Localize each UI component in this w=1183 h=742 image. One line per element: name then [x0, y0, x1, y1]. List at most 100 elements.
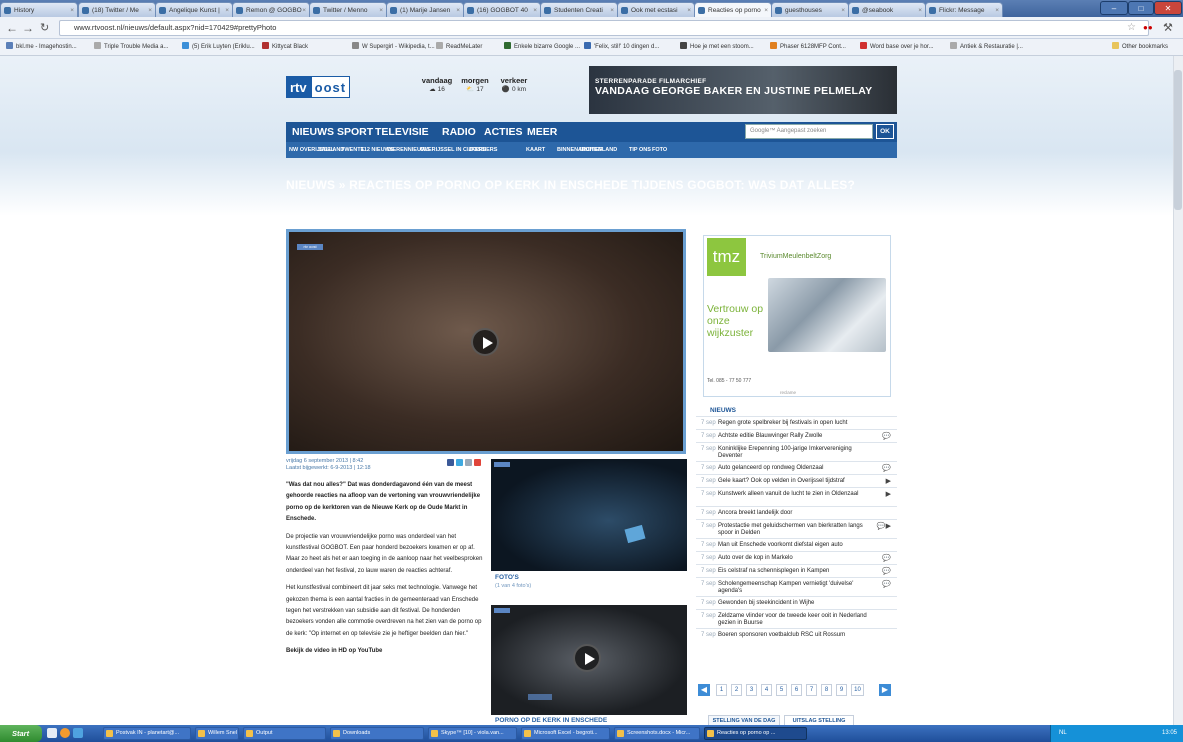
subnav-item[interactable]: KAART: [526, 142, 545, 158]
play-icon[interactable]: [573, 644, 601, 672]
tab-close-icon[interactable]: ×: [764, 3, 768, 17]
facebook-share-icon[interactable]: [447, 459, 454, 466]
news-item[interactable]: 7 sep Regen grote spelbreker bij festival…: [696, 416, 897, 429]
news-item[interactable]: 7 sep Kunstwerk alleen vanuit de lucht te…: [696, 487, 897, 506]
page-number[interactable]: 8: [821, 684, 832, 696]
bookmark-item[interactable]: (5) Erik Luyten (Eriklu...: [182, 41, 255, 53]
bookmark-item[interactable]: Word base over je hor...: [860, 41, 934, 53]
tab-close-icon[interactable]: ×: [995, 3, 999, 17]
tab-close-icon[interactable]: ×: [70, 3, 74, 17]
news-item[interactable]: 7 sep Koninklijke Erepenning 100-jarige I…: [696, 442, 897, 461]
subnav-item[interactable]: DOSSIERS: [469, 142, 497, 158]
video-player[interactable]: rtv oost: [286, 229, 686, 454]
photo-thumbnail[interactable]: [491, 459, 687, 571]
subnav-item[interactable]: FOTO: [652, 142, 667, 158]
browser-tab[interactable]: (1) Marije Jansen ×: [386, 2, 464, 17]
tab-close-icon[interactable]: ×: [302, 3, 306, 17]
nav-item[interactable]: TELEVISIE: [375, 122, 429, 142]
tab-close-icon[interactable]: ×: [533, 3, 537, 17]
news-item[interactable]: 7 sep Ancora breekt landelijk door: [696, 506, 897, 519]
browser-tab[interactable]: Flickr: Message ×: [925, 2, 1003, 17]
minimize-button[interactable]: –: [1100, 1, 1128, 15]
subnav-item[interactable]: TIP ONS: [629, 142, 651, 158]
page-number[interactable]: 6: [791, 684, 802, 696]
tab-close-icon[interactable]: ×: [225, 3, 229, 17]
page-number[interactable]: 3: [746, 684, 757, 696]
tab-close-icon[interactable]: ×: [148, 3, 152, 17]
taskbar-item[interactable]: Skype™ [10] - viola.van...: [428, 727, 517, 740]
traffic-info[interactable]: verkeer ⚫ 0 km: [495, 76, 533, 93]
news-item[interactable]: 7 sep Gewonden bij steekincident in Wijhe: [696, 596, 897, 609]
plus-share-icon[interactable]: [474, 459, 481, 466]
news-item[interactable]: 7 sep Eis celstraf na schennisplegen in K…: [696, 564, 897, 577]
weather-today[interactable]: vandaag ☁ 16: [418, 76, 456, 93]
news-item[interactable]: 7 sep Achtste editie Blauwvinger Rally Zw…: [696, 429, 897, 442]
news-title[interactable]: Auto gelanceerd op rondweg Oldenzaal: [718, 465, 876, 472]
reload-icon[interactable]: ↻: [40, 20, 49, 36]
news-item[interactable]: 7 sep Protestactie met geluidschermen van…: [696, 519, 897, 538]
news-item[interactable]: 7 sep Gele kaart? Ook op velden in Overij…: [696, 474, 897, 487]
taskbar-item[interactable]: Output: [243, 727, 326, 740]
page-number[interactable]: 1: [716, 684, 727, 696]
page-number[interactable]: 7: [806, 684, 817, 696]
taskbar-item[interactable]: Reacties op porno op ...: [704, 727, 807, 740]
news-item[interactable]: 7 sep Scholengemeenschap Kampen vernietig…: [696, 577, 897, 596]
nav-item[interactable]: ACTIES: [484, 122, 523, 142]
browser-tab[interactable]: Twitter / Menno ×: [309, 2, 387, 17]
youtube-link[interactable]: Bekijk de video in HD op YouTube: [286, 646, 485, 657]
browser-tab[interactable]: History ×: [0, 2, 78, 17]
firefox-icon[interactable]: [60, 728, 70, 738]
news-item[interactable]: 7 sep Zeldzame vlinder voor de tweede kee…: [696, 609, 897, 628]
news-item[interactable]: 7 sep Auto over de kop in Markelo 💬: [696, 551, 897, 564]
news-title[interactable]: Eis celstraf na schennisplegen in Kampen: [718, 568, 876, 575]
page-number[interactable]: 4: [761, 684, 772, 696]
news-title[interactable]: Ancora breekt landelijk door: [718, 510, 876, 517]
weather-tomorrow[interactable]: morgen ⛅ 17: [456, 76, 494, 93]
email-share-icon[interactable]: [465, 459, 472, 466]
browser-tab[interactable]: (16) GOGBOT 40 ×: [463, 2, 541, 17]
bookmark-item[interactable]: Antiek & Restauratie |...: [950, 41, 1023, 53]
close-window-button[interactable]: ✕: [1154, 1, 1182, 15]
bookmark-item[interactable]: W Supergirl - Wikipedia, t...: [352, 41, 435, 53]
extension-icon[interactable]: ●●: [1143, 20, 1153, 36]
tab-close-icon[interactable]: ×: [610, 3, 614, 17]
news-title[interactable]: Gele kaart? Ook op velden in Overijssel …: [718, 478, 876, 485]
next-page-icon[interactable]: ▶: [879, 684, 891, 696]
news-title[interactable]: Boeren sponsoren voetbalclub RSC uit Ros…: [718, 632, 876, 639]
wrench-icon[interactable]: ⚒: [1163, 20, 1173, 36]
browser-tab[interactable]: guesthouses ×: [771, 2, 849, 17]
photos-caption[interactable]: FOTO'S: [495, 574, 519, 581]
news-item[interactable]: 7 sep Auto gelanceerd op rondweg Oldenzaa…: [696, 461, 897, 474]
bookmark-item[interactable]: Hoe je met een stoom...: [680, 41, 754, 53]
bookmark-item[interactable]: Phaser 6128MFP Cont...: [770, 41, 846, 53]
tab-close-icon[interactable]: ×: [456, 3, 460, 17]
back-icon[interactable]: ←: [6, 20, 18, 36]
taskbar-item[interactable]: Postvak IN - planetart@...: [103, 727, 191, 740]
news-title[interactable]: Man uit Enschede voorkomt diefstal eigen…: [718, 542, 876, 549]
browser-tab[interactable]: @seabook ×: [848, 2, 926, 17]
page-number[interactable]: 5: [776, 684, 787, 696]
tab-statement-result[interactable]: UITSLAG STELLING: [784, 715, 854, 725]
scrollbar-thumb[interactable]: [1174, 70, 1182, 210]
search-input[interactable]: Google™ Aangepast zoeken: [745, 124, 873, 139]
maximize-button[interactable]: □: [1128, 1, 1154, 15]
taskbar-item[interactable]: Screenshots.docx - Micr...: [614, 727, 700, 740]
news-item[interactable]: 7 sep Boeren sponsoren voetbalclub RSC ui…: [696, 628, 897, 641]
play-icon[interactable]: [471, 328, 499, 356]
nav-item[interactable]: RADIO: [442, 122, 476, 142]
bookmark-item[interactable]: Kittycat Black: [262, 41, 308, 53]
taskbar-item[interactable]: Microsoft Excel - begroti...: [521, 727, 610, 740]
other-bookmarks[interactable]: Other bookmarks: [1112, 41, 1168, 53]
page-number[interactable]: 2: [731, 684, 742, 696]
news-title[interactable]: Kunstwerk alleen vanuit de lucht te zien…: [718, 491, 876, 498]
video-thumbnail[interactable]: [491, 605, 687, 715]
video-caption[interactable]: PORNO OP DE KERK IN ENSCHEDE: [495, 717, 607, 724]
news-item[interactable]: 7 sep Man uit Enschede voorkomt diefstal …: [696, 538, 897, 551]
nav-item[interactable]: NIEUWS: [292, 122, 334, 142]
nav-item[interactable]: MEER: [527, 122, 557, 142]
address-bar[interactable]: www.rtvoost.nl/nieuws/default.aspx?nid=1…: [59, 20, 1149, 36]
tab-close-icon[interactable]: ×: [379, 3, 383, 17]
bookmark-item[interactable]: 'Felix, stil!' 10 dingen d...: [584, 41, 659, 53]
nav-item[interactable]: SPORT: [337, 122, 373, 142]
browser-tab[interactable]: Reacties op porno ×: [694, 2, 772, 17]
